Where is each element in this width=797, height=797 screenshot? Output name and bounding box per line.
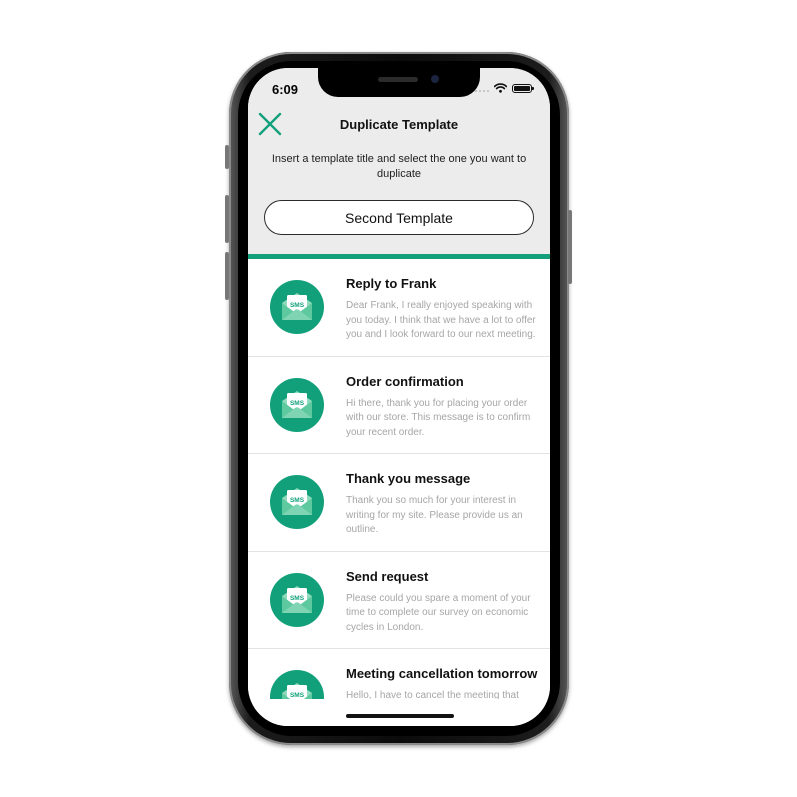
sms-envelope-icon: SMS	[270, 280, 324, 334]
template-title: Thank you message	[346, 471, 471, 486]
sms-envelope-icon: SMS	[270, 377, 324, 432]
speaker-grille	[378, 77, 418, 82]
template-preview: Please could you spare a moment of your …	[346, 592, 531, 633]
template-list-item[interactable]: SMS Meeting cancellation tomorrow Hello,…	[248, 649, 550, 699]
template-list-item[interactable]: SMS Thank you message Thank you so much …	[248, 454, 550, 552]
battery-icon	[512, 83, 534, 93]
sms-icon-label: SMS	[290, 692, 305, 699]
page-subtitle: Insert a template title and select the o…	[271, 153, 527, 180]
template-preview: Hi there, thank you for placing your ord…	[346, 397, 531, 438]
template-list: SMS Reply to Frank Dear Frank, I really …	[248, 259, 550, 699]
wifi-icon	[494, 83, 507, 93]
template-list-item[interactable]: SMS Order confirmation Hi there, thank y…	[248, 356, 550, 454]
app-screen: 6:09 Duplicate Template Insert a templat…	[248, 68, 550, 726]
sms-icon-label: SMS	[290, 497, 305, 504]
template-title: Reply to Frank	[346, 276, 437, 291]
notch	[318, 68, 480, 97]
template-list-item[interactable]: SMS Send request Please could you spare …	[248, 551, 550, 649]
header: 6:09 Duplicate Template Insert a templat…	[248, 68, 550, 254]
template-title-input[interactable]	[264, 200, 534, 235]
mute-switch	[225, 145, 229, 169]
template-title: Order confirmation	[346, 373, 464, 389]
sms-icon-label: SMS	[290, 595, 305, 602]
template-title: Send request	[346, 568, 429, 584]
template-preview: Hello, I have to cancel the meeting that	[346, 690, 519, 699]
status-icons	[475, 83, 534, 93]
template-title: Meeting cancellation tomorrow	[346, 666, 538, 681]
template-preview: Dear Frank, I really enjoyed speaking wi…	[346, 300, 536, 340]
sms-envelope-icon: SMS	[270, 670, 324, 699]
status-time: 6:09	[272, 82, 299, 97]
template-list-item[interactable]: SMS Reply to Frank Dear Frank, I really …	[248, 259, 550, 357]
template-preview: Thank you so much for your interest in w…	[346, 495, 523, 535]
bottom-safe-area	[248, 699, 550, 726]
home-indicator[interactable]	[346, 714, 454, 718]
front-camera	[431, 75, 439, 83]
page-title: Duplicate Template	[339, 117, 459, 132]
side-button	[568, 210, 572, 284]
sms-icon-label: SMS	[290, 302, 305, 309]
volume-up-button	[225, 195, 229, 243]
sms-envelope-icon: SMS	[270, 572, 324, 627]
sms-envelope-icon: SMS	[270, 475, 324, 529]
sms-icon-label: SMS	[290, 400, 305, 407]
volume-down-button	[225, 252, 229, 300]
